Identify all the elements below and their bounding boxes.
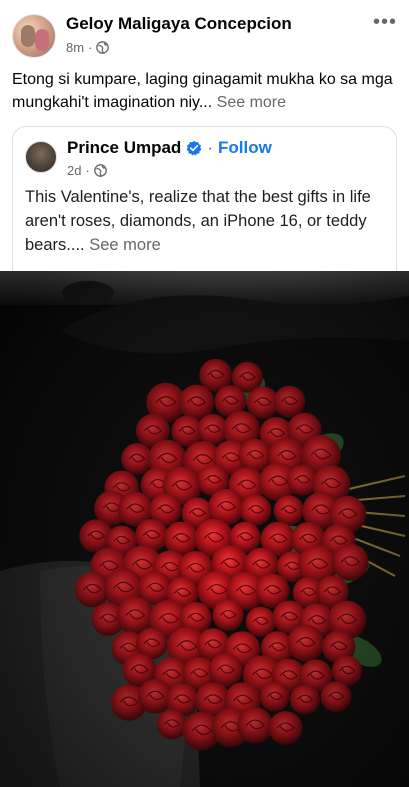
follow-separator: · bbox=[207, 138, 213, 157]
caption-text: Etong si kumpare, laging ginagamit mukha… bbox=[12, 71, 393, 111]
post-meta: 8m · bbox=[66, 40, 110, 55]
author-name[interactable]: Geloy Maligaya Concepcion bbox=[66, 14, 292, 34]
globe-icon bbox=[93, 164, 107, 177]
avatar-figure bbox=[21, 25, 35, 47]
shared-text-body: This Valentine's, realize that the best … bbox=[25, 188, 371, 254]
more-options-icon[interactable]: ••• bbox=[373, 12, 397, 32]
shared-author-avatar[interactable] bbox=[25, 141, 57, 173]
meta-separator: · bbox=[85, 163, 90, 178]
avatar-figure bbox=[35, 29, 49, 51]
roses-photo-illustration bbox=[0, 271, 409, 787]
verified-badge-icon bbox=[186, 140, 202, 156]
shared-author-name[interactable]: Prince Umpad bbox=[67, 138, 181, 158]
post-photo[interactable] bbox=[0, 271, 409, 787]
globe-icon bbox=[96, 41, 110, 54]
post-caption: Etong si kumpare, laging ginagamit mukha… bbox=[12, 68, 400, 114]
meta-separator: · bbox=[88, 40, 93, 55]
shared-post-meta: 2d · bbox=[67, 163, 107, 178]
shared-post-text: This Valentine's, realize that the best … bbox=[25, 185, 390, 257]
post-header: Geloy Maligaya Concepcion 8m · ••• bbox=[0, 0, 409, 66]
photo-vignette bbox=[0, 271, 409, 787]
follow-button[interactable]: Follow bbox=[218, 138, 272, 158]
shared-post-time[interactable]: 2d bbox=[67, 163, 81, 178]
see-more-link[interactable]: See more bbox=[217, 94, 286, 111]
post-time[interactable]: 8m bbox=[66, 40, 84, 55]
shared-post-card[interactable]: Prince Umpad · Follow 2d · This Valentin… bbox=[12, 126, 397, 271]
shared-post-header: Prince Umpad · Follow bbox=[67, 138, 272, 158]
see-more-link[interactable]: See more bbox=[89, 236, 161, 254]
author-avatar[interactable] bbox=[12, 14, 56, 58]
